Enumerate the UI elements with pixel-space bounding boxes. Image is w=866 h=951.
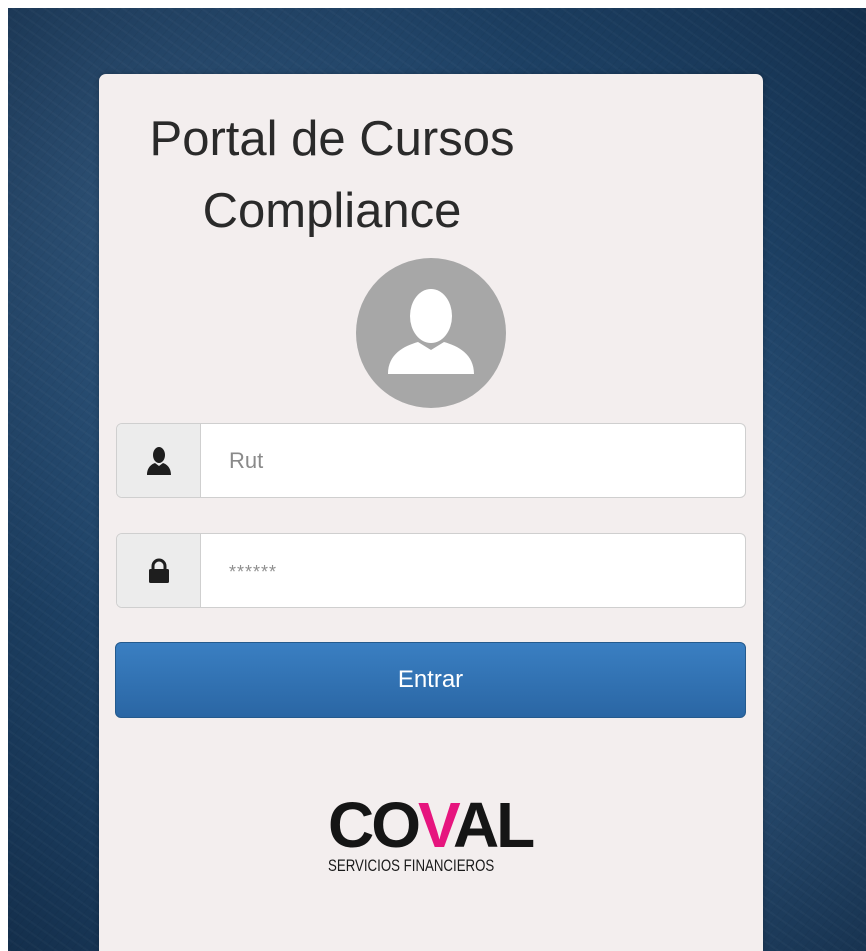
logo-suffix: AL xyxy=(452,789,535,861)
rut-input[interactable] xyxy=(201,424,745,497)
password-input-group xyxy=(116,533,746,608)
lock-icon xyxy=(148,558,169,583)
password-input[interactable] xyxy=(201,534,745,607)
page-title-line-1: Portal de Cursos xyxy=(149,112,515,166)
user-silhouette-icon xyxy=(388,289,474,374)
logo-accent: V xyxy=(418,789,456,861)
rut-addon xyxy=(117,424,201,497)
page-title-line-2: Compliance xyxy=(202,184,462,238)
brand-logo: COVAL SERVICIOS FINANCIEROS xyxy=(320,792,550,892)
user-icon xyxy=(146,446,171,475)
logo-tagline: SERVICIOS FINANCIEROS xyxy=(328,856,495,875)
submit-button[interactable]: Entrar xyxy=(115,642,746,718)
password-addon xyxy=(117,534,201,607)
avatar xyxy=(356,258,506,408)
logo-wordmark: COVAL xyxy=(328,789,535,861)
logo-prefix: CO xyxy=(328,789,421,861)
rut-input-group xyxy=(116,423,746,498)
